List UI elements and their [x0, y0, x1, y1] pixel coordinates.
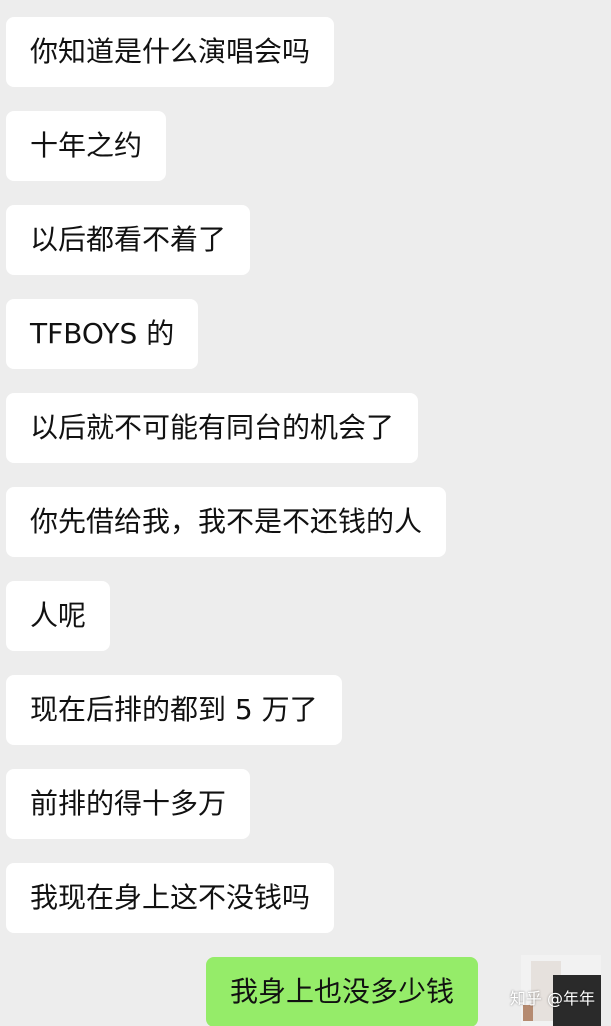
outgoing-message-bubble[interactable]: 我身上也没多少钱	[206, 957, 479, 1026]
incoming-message-bubble[interactable]: 你知道是什么演唱会吗	[6, 17, 335, 87]
incoming-message-bubble[interactable]: 人呢	[6, 581, 111, 651]
incoming-message-bubble[interactable]: TFBOYS 的	[6, 299, 199, 369]
incoming-message-bubble[interactable]: 以后就不可能有同台的机会了	[6, 393, 419, 463]
incoming-message-bubble[interactable]: 前排的得十多万	[6, 769, 251, 839]
incoming-message-bubble[interactable]: 现在后排的都到 5 万了	[6, 675, 342, 745]
incoming-message-bubble[interactable]: 以后都看不着了	[6, 205, 251, 275]
incoming-message-bubble[interactable]: 十年之约	[6, 111, 167, 181]
incoming-message-bubble[interactable]: 你先借给我，我不是不还钱的人	[6, 487, 447, 557]
incoming-message-bubble[interactable]: 我现在身上这不没钱吗	[6, 863, 335, 933]
chat-window: 你知道是什么演唱会吗 十年之约 以后都看不着了 TFBOYS 的 以后就不可能有…	[0, 0, 611, 1026]
watermark: 知乎 @年年	[509, 989, 595, 1008]
